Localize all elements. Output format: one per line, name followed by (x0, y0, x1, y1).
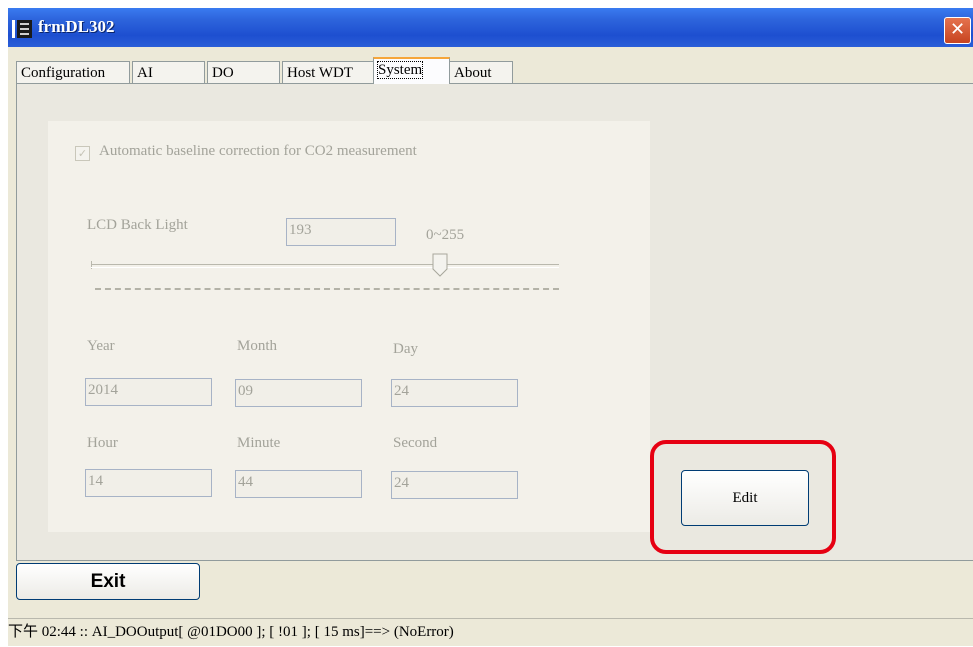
status-bar: 下午 02:44 :: AI_DOOutput[ @01DO00 ]; [ !0… (8, 618, 973, 647)
minute-input[interactable]: 44 (235, 470, 362, 498)
tab-host-wdt[interactable]: Host WDT (282, 61, 374, 83)
backlight-slider-thumb[interactable] (432, 253, 448, 277)
co2-baseline-label: Automatic baseline correction for CO2 me… (99, 143, 417, 159)
month-label: Month (237, 338, 278, 354)
hour-label: Hour (87, 435, 118, 451)
close-button[interactable]: ✕ (944, 17, 971, 44)
settings-group: ✓ Automatic baseline correction for CO2 … (48, 121, 650, 532)
exit-button[interactable]: Exit (16, 563, 200, 600)
slider-ticks (95, 288, 559, 294)
backlight-label: LCD Back Light (87, 217, 188, 233)
checkmark-icon: ✓ (77, 147, 88, 160)
day-label: Day (393, 341, 418, 357)
month-input[interactable]: 09 (235, 379, 362, 407)
status-text: 下午 02:44 :: AI_DOOutput[ @01DO00 ]; [ !0… (8, 624, 454, 640)
tab-about[interactable]: About (449, 61, 513, 83)
minute-label: Minute (237, 435, 281, 451)
second-label: Second (393, 435, 438, 451)
year-input[interactable]: 2014 (85, 378, 212, 406)
close-icon: ✕ (949, 19, 966, 40)
co2-baseline-checkbox[interactable]: ✓ (75, 146, 90, 161)
tab-do[interactable]: DO (207, 61, 280, 83)
second-input[interactable]: 24 (391, 471, 518, 499)
window-title: frmDL302 (38, 17, 115, 36)
backlight-input[interactable]: 193 (286, 218, 396, 246)
app-icon (12, 20, 32, 38)
tab-system[interactable]: System (373, 57, 450, 84)
hour-input[interactable]: 14 (85, 469, 212, 497)
highlight-annotation (650, 440, 836, 554)
year-label: Year (87, 338, 115, 354)
tab-configuration[interactable]: Configuration (16, 61, 130, 83)
title-bar[interactable]: frmDL302 ✕ (8, 8, 973, 47)
tab-ai[interactable]: AI (132, 61, 205, 83)
system-tab-panel: ✓ Automatic baseline correction for CO2 … (16, 83, 973, 561)
backlight-slider-track[interactable] (91, 264, 559, 268)
app-window: frmDL302 ✕ Configuration AI DO Host WDT … (8, 8, 973, 646)
day-input[interactable]: 24 (391, 379, 518, 407)
backlight-range-label: 0~255 (426, 227, 465, 243)
